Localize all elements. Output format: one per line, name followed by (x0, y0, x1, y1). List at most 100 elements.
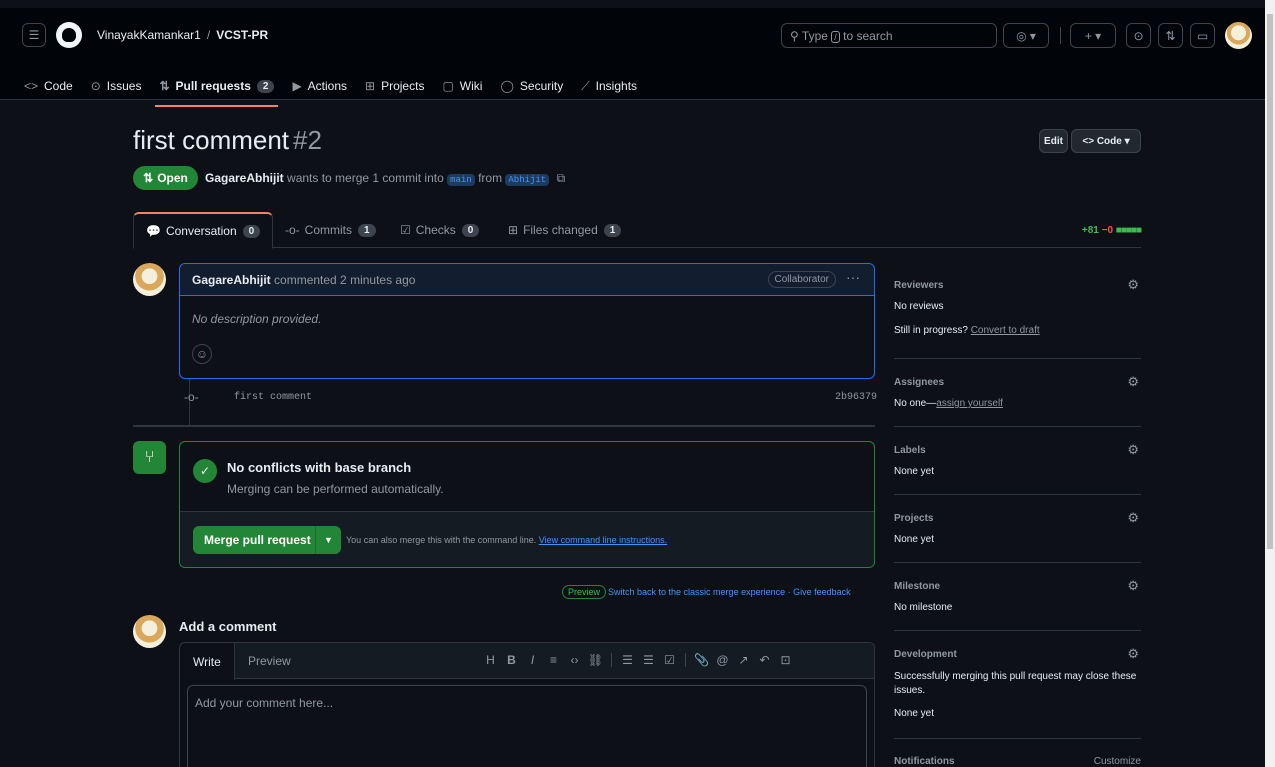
gear-icon[interactable]: ⚙ (1127, 442, 1139, 458)
avatar[interactable] (133, 263, 166, 296)
reply-icon[interactable]: ↶ (754, 653, 775, 667)
inbox-icon[interactable]: ▭ (1190, 23, 1215, 48)
tab-write[interactable]: Write (180, 643, 235, 680)
assignees-section: Assignees ⚙ No one—assign yourself (894, 359, 1141, 427)
assignees-heading[interactable]: Assignees (894, 377, 1141, 388)
issue-icon: ⊙ (90, 79, 101, 93)
additions-count: +81 (1081, 225, 1099, 236)
copilot-button[interactable]: ◎ ▾ (1003, 23, 1049, 48)
tab-checks[interactable]: ☑ Checks 0 (400, 212, 480, 248)
repo-link[interactable]: VCST-PR (216, 28, 268, 42)
pr-tabs: 💬 Conversation 0 -o- Commits 1 ☑ Checks 0 ⊞ Fil… (133, 212, 1142, 249)
comment-textarea[interactable]: Add your comment here... (187, 685, 867, 767)
smiley-icon[interactable]: ☺ (192, 344, 212, 364)
tab-label: Files changed (523, 223, 598, 237)
tab-projects[interactable]: ⊞ Projects (365, 72, 424, 100)
command-line-instructions-link[interactable]: View command line instructions. (539, 535, 667, 545)
assignees-value: No one— (894, 398, 937, 409)
gear-icon[interactable]: ⚙ (1127, 510, 1139, 526)
divider (1060, 27, 1061, 44)
github-logo-icon[interactable] (56, 22, 82, 48)
heading-icon[interactable]: H (480, 653, 501, 667)
tab-files-changed[interactable]: ⊞ Files changed 1 (508, 212, 622, 248)
tab-actions[interactable]: ▶ Actions (292, 72, 347, 100)
task-list-icon[interactable]: ☑ (659, 653, 680, 667)
copy-icon[interactable]: ⧉ (557, 171, 566, 185)
gear-icon[interactable]: ⚙ (1127, 646, 1139, 662)
labels-heading[interactable]: Labels (894, 445, 1141, 456)
base-branch[interactable]: main (447, 174, 475, 186)
development-heading[interactable]: Development (894, 649, 1141, 660)
bold-icon[interactable]: B (501, 653, 522, 667)
assign-yourself-link[interactable]: assign yourself (936, 398, 1003, 409)
merge-status-subtitle: Merging can be performed automatically. (227, 482, 444, 496)
milestone-section: Milestone ⚙ No milestone (894, 563, 1141, 631)
tab-issues[interactable]: ⊙ Issues (91, 72, 142, 100)
table-icon: ⊞ (365, 79, 376, 93)
merge-text: wants to merge 1 commit into (287, 171, 444, 185)
menu-icon[interactable]: ☰ (22, 23, 46, 47)
quote-icon[interactable]: ≡ (543, 653, 564, 667)
edit-button[interactable]: Edit (1039, 129, 1068, 153)
kebab-menu-icon[interactable]: ··· (846, 269, 860, 285)
italic-icon[interactable]: I (522, 653, 543, 667)
search-input[interactable]: ⚲ Type / to search (781, 23, 997, 48)
tab-label: Actions (307, 79, 348, 93)
development-section: Development ⚙ Successfully merging this … (894, 631, 1141, 739)
pr-title: first comment (133, 125, 290, 155)
tab-wiki[interactable]: ▢ Wiki (442, 72, 482, 100)
mention-icon[interactable]: @ (712, 653, 733, 667)
user-avatar[interactable] (1225, 22, 1252, 49)
pull-requests-icon[interactable]: ⇅ (1158, 23, 1183, 48)
issues-icon[interactable]: ⊙ (1126, 23, 1151, 48)
link-icon[interactable]: ⛓ (585, 653, 606, 667)
page-scrollbar[interactable] (1265, 0, 1275, 767)
file-diff-icon: ⊞ (508, 223, 519, 237)
bulleted-list-icon[interactable]: ☰ (638, 653, 659, 667)
owner-link[interactable]: VinayakKamankar1 (97, 28, 201, 42)
switch-classic-link[interactable]: Switch back to the classic merge experie… (608, 587, 785, 597)
avatar[interactable] (133, 615, 166, 648)
milestone-heading[interactable]: Milestone (894, 581, 1141, 592)
tab-label: Conversation (165, 224, 237, 238)
tab-security[interactable]: ◯ Security (500, 72, 563, 100)
gear-icon[interactable]: ⚙ (1127, 374, 1139, 390)
tab-pull-requests[interactable]: ⇅ Pull requests 2 (155, 72, 279, 107)
create-new-button[interactable]: + ▾ (1070, 23, 1116, 48)
development-value: None yet (894, 708, 935, 719)
numbered-list-icon[interactable]: ☰ (617, 653, 638, 667)
projects-heading[interactable]: Projects (894, 513, 1141, 524)
code-button[interactable]: <> Code ▾ (1071, 129, 1141, 153)
tab-label: Checks (415, 223, 456, 237)
author-link[interactable]: GagareAbhijit (205, 171, 284, 185)
fullscreen-icon[interactable]: ⊡ (775, 653, 796, 667)
separator-dot: · (787, 587, 791, 597)
gear-icon[interactable]: ⚙ (1127, 277, 1139, 293)
status-label: Open (157, 171, 188, 185)
development-description: Successfully merging this pull request m… (894, 671, 1137, 696)
preview-badge: Preview (562, 585, 607, 599)
scrollbar-thumb[interactable] (1267, 14, 1273, 549)
reviewers-heading[interactable]: Reviewers (894, 280, 1141, 291)
pr-sidebar: Reviewers ⚙ No reviews Still in progress… (894, 263, 1141, 767)
comment-author[interactable]: GagareAbhijit (192, 273, 271, 287)
tab-preview[interactable]: Preview (248, 643, 291, 679)
merge-pull-request-button[interactable]: Merge pull request (193, 526, 316, 554)
merge-options-dropdown[interactable]: ▼ (316, 535, 341, 545)
commit-sha[interactable]: 2b96379 (835, 392, 877, 403)
code-icon[interactable]: ‹› (564, 653, 585, 667)
tab-insights[interactable]: ⟋ Insights (581, 72, 637, 100)
attach-icon[interactable]: 📎 (691, 653, 712, 667)
status-badge: ⇅ Open (133, 166, 198, 190)
tab-code[interactable]: <> Code (24, 72, 73, 100)
commit-message[interactable]: first comment (234, 392, 312, 403)
customize-link[interactable]: Customize (1094, 756, 1141, 767)
give-feedback-link[interactable]: Give feedback (793, 587, 851, 597)
tab-commits[interactable]: -o- Commits 1 (285, 212, 376, 248)
head-branch[interactable]: Abhijit (505, 174, 550, 186)
convert-to-draft-link[interactable]: Convert to draft (971, 325, 1040, 336)
tab-conversation[interactable]: 💬 Conversation 0 (133, 212, 274, 249)
reference-icon[interactable]: ↗ (733, 653, 754, 667)
gear-icon[interactable]: ⚙ (1127, 578, 1139, 594)
commit-icon: -o- (285, 223, 300, 237)
